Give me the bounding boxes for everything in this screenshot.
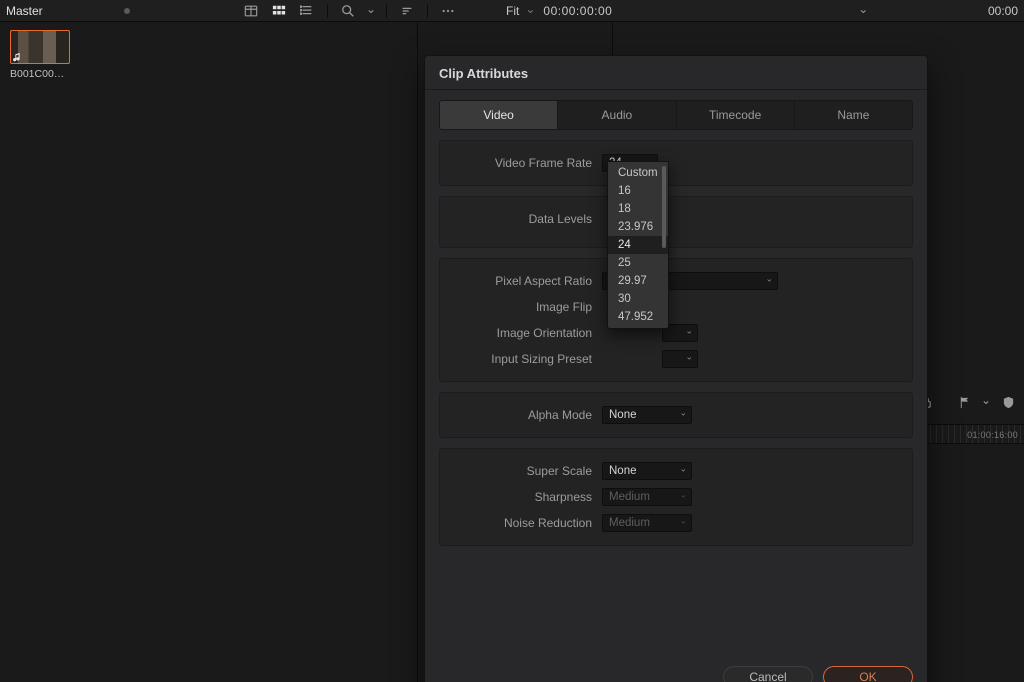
chevron-down-icon [679,518,687,529]
cancel-button[interactable]: Cancel [723,666,813,682]
select-noise-reduction-value: Medium [609,517,650,529]
frame-rate-dropdown[interactable]: Custom161823.976242529.973047.952 [607,161,669,329]
tab-name[interactable]: Name [794,101,912,129]
audio-note-icon [13,51,23,61]
frame-rate-option[interactable]: 16 [608,182,668,200]
section-superscale: Super Scale None Sharpness Medium Noise … [439,448,913,546]
dialog-title: Clip Attributes [425,56,927,90]
fit-label: Fit [506,4,519,18]
select-input-sizing-preset[interactable] [662,350,698,368]
dialog-tabs: Video Audio Timecode Name [439,100,913,130]
bin-label[interactable]: Master [6,4,116,18]
marker-icon[interactable] [1000,394,1016,410]
label-noise-reduction: Noise Reduction [450,516,602,530]
frame-rate-option[interactable]: 29.97 [608,272,668,290]
section-framerate: Video Frame Rate 24 [439,140,913,186]
frame-rate-option[interactable]: 18 [608,200,668,218]
flag-chevron-icon[interactable] [978,394,994,410]
dialog-footer: Cancel OK [425,646,927,682]
clip-item[interactable]: B001C001_... [10,30,70,80]
select-noise-reduction: Medium [602,514,692,532]
label-image-flip: Image Flip [450,300,602,314]
chevron-down-icon [685,354,693,365]
view-list-icon[interactable] [297,3,317,19]
frame-rate-option[interactable]: 24 [608,236,668,254]
tab-timecode[interactable]: Timecode [676,101,794,129]
more-icon[interactable] [438,3,458,19]
search-icon[interactable] [338,3,358,19]
viewer-timecode-left: 00:00:00:00 [543,4,612,18]
chevron-down-icon [679,410,687,421]
dropdown-scrollbar[interactable] [662,166,666,248]
section-geometry: Pixel Aspect Ratio Image Flip Image Orie… [439,258,913,382]
label-input-sizing-preset: Input Sizing Preset [450,352,602,366]
select-alpha-mode-value: None [609,409,637,421]
label-image-orientation: Image Orientation [450,326,602,340]
frame-rate-option[interactable]: 30 [608,290,668,308]
view-metadata-icon[interactable] [241,3,261,19]
sort-icon[interactable] [397,3,417,19]
label-frame-rate: Video Frame Rate [450,156,602,170]
record-dot-icon [124,8,130,14]
section-alpha: Alpha Mode None [439,392,913,438]
flag-icon[interactable] [956,394,972,410]
clip-attributes-dialog: Clip Attributes Video Audio Timecode Nam… [424,55,928,682]
clip-name: B001C001_... [10,68,70,80]
frame-rate-option[interactable]: 25 [608,254,668,272]
timeline-toolbar [918,394,1016,410]
tab-audio[interactable]: Audio [557,101,675,129]
frame-rate-option[interactable]: 23.976 [608,218,668,236]
section-data-levels: Data Levels [439,196,913,248]
chevron-down-icon [685,328,693,339]
viewer-title-chevron-icon[interactable] [858,3,868,19]
select-sharpness-value: Medium [609,491,650,503]
select-super-scale[interactable]: None [602,462,692,480]
view-thumbnail-icon[interactable] [269,3,289,19]
select-super-scale-value: None [609,465,637,477]
chevron-down-icon [765,276,773,287]
label-data-levels: Data Levels [450,212,602,226]
label-alpha-mode: Alpha Mode [450,408,602,422]
clip-thumbnail[interactable] [10,30,70,64]
viewer-timecode-right: 00:00 [988,4,1018,18]
label-sharpness: Sharpness [450,490,602,504]
chevron-down-icon [525,4,535,18]
ok-button[interactable]: OK [823,666,913,682]
frame-rate-option[interactable]: 47.952 [608,308,668,326]
top-toolbar: Master Fit 00:00:00:00 00:00 [0,0,1024,22]
chevron-down-icon [679,466,687,477]
chevron-down-icon [679,492,687,503]
timeline-ruler-tc: 01:00:16:00 [967,430,1018,440]
viewer-zoom-select[interactable]: Fit [506,4,535,18]
search-chevron-icon[interactable] [366,3,376,19]
frame-rate-option[interactable]: Custom [608,164,668,182]
label-super-scale: Super Scale [450,464,602,478]
select-sharpness: Medium [602,488,692,506]
tab-video[interactable]: Video [440,101,557,129]
select-alpha-mode[interactable]: None [602,406,692,424]
media-pool: B001C001_... [0,22,418,682]
label-par: Pixel Aspect Ratio [450,274,602,288]
